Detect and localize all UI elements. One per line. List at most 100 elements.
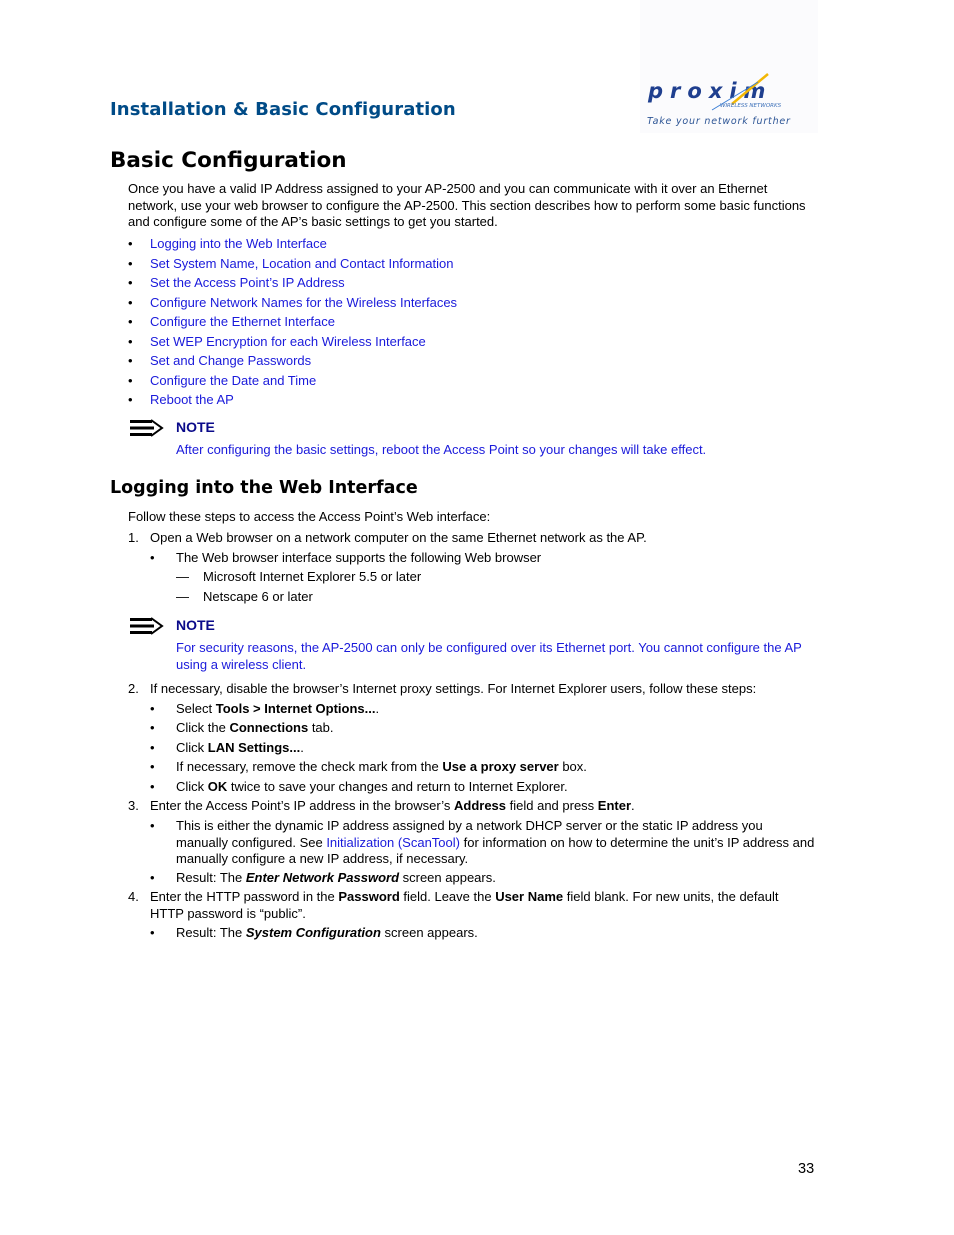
toc-link-logging-in[interactable]: Logging into the Web Interface bbox=[150, 236, 327, 251]
toc-link-reboot[interactable]: Reboot the AP bbox=[150, 392, 234, 407]
section-intro: Follow these steps to access the Access … bbox=[128, 509, 491, 524]
bullet: • bbox=[150, 870, 155, 885]
ui-label: Tools > Internet Options... bbox=[215, 701, 376, 716]
bullet: • bbox=[128, 275, 133, 290]
logo-tagline: Take your network further bbox=[647, 116, 791, 127]
browser-item: Microsoft Internet Explorer 5.5 or later bbox=[203, 569, 422, 584]
bullet: • bbox=[128, 333, 133, 349]
text: screen appears. bbox=[399, 870, 496, 885]
step-1-sub: The Web browser interface supports the f… bbox=[176, 550, 542, 565]
step-number: 1. bbox=[128, 530, 139, 545]
browser-item: Netscape 6 or later bbox=[203, 589, 313, 604]
text: Click the bbox=[176, 720, 230, 735]
toc-item: • Set and Change Passwords bbox=[128, 352, 628, 372]
toc-item: • Configure the Ethernet Interface bbox=[128, 313, 628, 333]
bullet: • bbox=[150, 818, 155, 833]
ui-label: Password bbox=[338, 889, 400, 904]
text: tab. bbox=[308, 720, 334, 735]
step-2-item: Click LAN Settings.... bbox=[176, 740, 304, 757]
toc-link-date-time[interactable]: Configure the Date and Time bbox=[150, 373, 316, 388]
proxim-logo: proxim WIRELESS NETWORKS Take your netwo… bbox=[640, 0, 818, 133]
bullet: • bbox=[128, 353, 133, 368]
note-arrow-icon bbox=[130, 419, 164, 442]
page-number: 33 bbox=[798, 1161, 815, 1177]
page-title: Basic Configuration bbox=[110, 148, 347, 173]
note-arrow-icon bbox=[130, 617, 164, 640]
bullet: • bbox=[128, 294, 133, 310]
step-2-item: If necessary, remove the check mark from… bbox=[176, 759, 587, 776]
step-1-text: Open a Web browser on a network computer… bbox=[150, 530, 647, 545]
bullet: • bbox=[150, 701, 155, 716]
bullet: • bbox=[128, 314, 133, 329]
toc-link-wep[interactable]: Set WEP Encryption for each Wireless Int… bbox=[150, 334, 426, 349]
step-2-text: If necessary, disable the browser’s Inte… bbox=[150, 681, 757, 696]
step-number: 3. bbox=[128, 798, 139, 813]
bullet: • bbox=[150, 720, 155, 735]
ui-label: Address bbox=[453, 798, 507, 813]
bullet: • bbox=[128, 236, 133, 251]
toc-item: • Set WEP Encryption for each Wireless In… bbox=[128, 333, 628, 353]
step-number: 2. bbox=[128, 681, 139, 696]
toc-item: • Configure Network Names for the Wireles… bbox=[128, 294, 628, 314]
logo-brand: proxim bbox=[647, 79, 772, 103]
screen-name: System Configuration bbox=[245, 925, 381, 940]
scantool-link[interactable]: Initialization (ScanTool) bbox=[326, 835, 460, 850]
toc-item: • Set the Access Point’s IP Address bbox=[128, 274, 628, 294]
section-header: Installation & Basic Configuration bbox=[110, 99, 456, 120]
section-title: Logging into the Web Interface bbox=[110, 478, 418, 498]
ui-label: Use a proxy server bbox=[442, 759, 559, 774]
toc-item: • Configure the Date and Time bbox=[128, 372, 628, 392]
text: . bbox=[375, 701, 380, 716]
bullet: • bbox=[150, 550, 155, 565]
bullet: • bbox=[150, 925, 155, 940]
step-2-item: Select Tools > Internet Options.... bbox=[176, 701, 379, 718]
toc-item: • Set System Name, Location and Contact I… bbox=[128, 255, 628, 275]
text: . bbox=[300, 740, 304, 755]
toc-list: • Logging into the Web Interface • Set Sys… bbox=[128, 235, 628, 411]
screen-name: Enter Network Password bbox=[245, 870, 400, 885]
step-4-result: Result: The System Configuration screen … bbox=[176, 925, 478, 942]
dash: — bbox=[176, 569, 189, 584]
toc-link-ethernet[interactable]: Configure the Ethernet Interface bbox=[150, 314, 335, 329]
text: twice to save your changes and return to… bbox=[227, 779, 568, 794]
text: Click bbox=[176, 779, 208, 794]
ui-label: OK bbox=[207, 779, 228, 794]
text: Click bbox=[176, 740, 208, 755]
bullet: • bbox=[128, 372, 133, 388]
ui-label: Enter bbox=[597, 798, 632, 813]
note-text: After configuring the basic settings, re… bbox=[176, 442, 707, 457]
text: field. Leave the bbox=[399, 889, 496, 904]
logo-subtitle: WIRELESS NETWORKS bbox=[720, 103, 782, 109]
text: Result: The bbox=[176, 925, 246, 940]
step-2-item: Click OK twice to save your changes and … bbox=[176, 779, 568, 796]
text: Enter the HTTP password in the bbox=[150, 889, 339, 904]
text: Select bbox=[176, 701, 216, 716]
proxim-logo-graphic: proxim WIRELESS NETWORKS Take your netwo… bbox=[647, 73, 791, 127]
bullet: • bbox=[128, 392, 133, 407]
ui-label: LAN Settings... bbox=[207, 740, 301, 755]
bullet: • bbox=[128, 255, 133, 271]
toc-item: • Reboot the AP bbox=[128, 391, 628, 411]
toc-link-system-name[interactable]: Set System Name, Location and Contact In… bbox=[150, 256, 454, 271]
step-number: 4. bbox=[128, 889, 139, 904]
text: If necessary, remove the check mark from… bbox=[176, 759, 443, 774]
text: Enter the Access Point’s IP address in t… bbox=[150, 798, 454, 813]
step-3-result: Result: The Enter Network Password scree… bbox=[176, 870, 496, 887]
note-title: NOTE bbox=[176, 419, 215, 435]
note-text: For security reasons, the AP-2500 can on… bbox=[176, 640, 802, 672]
step-4-text: Enter the HTTP password in the Password … bbox=[150, 889, 810, 922]
text: . bbox=[631, 798, 635, 813]
ui-label: User Name bbox=[495, 889, 564, 904]
step-2-item: Click the Connections tab. bbox=[176, 720, 334, 737]
text: field and press bbox=[506, 798, 598, 813]
intro-paragraph: Once you have a valid IP Address assigne… bbox=[128, 181, 806, 229]
bullet: • bbox=[150, 759, 155, 774]
ui-label: Connections bbox=[229, 720, 309, 735]
step-3-sub: This is either the dynamic IP address as… bbox=[176, 818, 816, 868]
toc-link-network-names[interactable]: Configure Network Names for the Wireless… bbox=[150, 295, 457, 310]
toc-item: • Logging into the Web Interface bbox=[128, 235, 628, 255]
toc-link-passwords[interactable]: Set and Change Passwords bbox=[150, 353, 311, 368]
toc-link-ip-address[interactable]: Set the Access Point’s IP Address bbox=[150, 275, 345, 290]
dash: — bbox=[176, 589, 189, 604]
step-3-text: Enter the Access Point’s IP address in t… bbox=[150, 798, 635, 815]
